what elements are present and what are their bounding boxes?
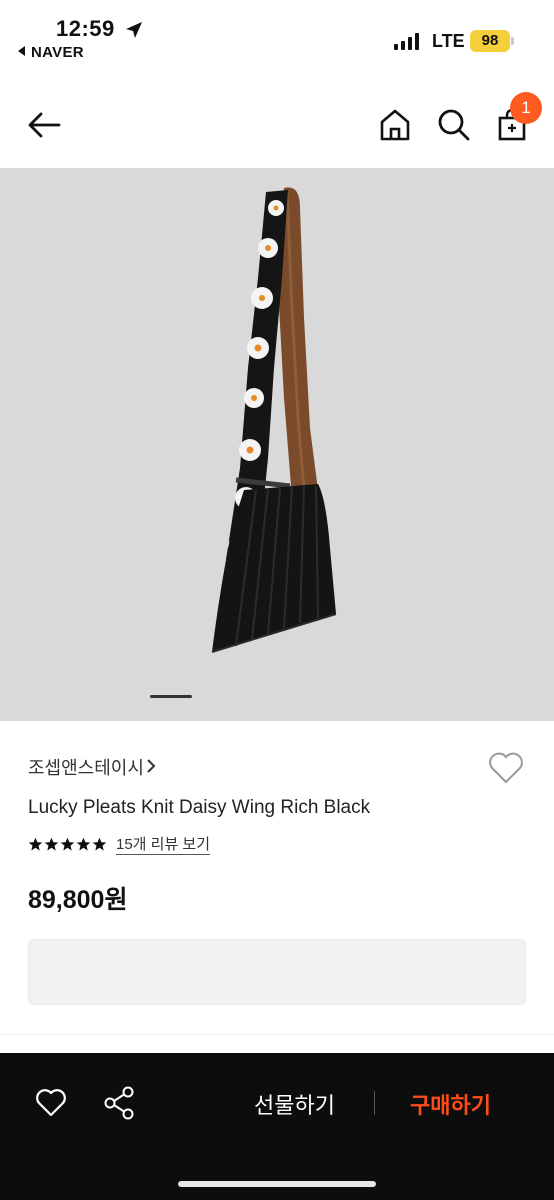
brand-link[interactable]: 조셉앤스테이시 — [28, 754, 144, 780]
back-arrow-icon[interactable] — [26, 107, 62, 143]
back-triangle-icon — [18, 46, 25, 56]
search-icon[interactable] — [436, 107, 472, 143]
chevron-right-icon — [147, 759, 156, 773]
home-indicator[interactable] — [178, 1181, 376, 1187]
wishlist-heart-icon[interactable] — [486, 748, 526, 788]
star-icon — [60, 837, 75, 851]
back-to-app-link[interactable]: NAVER — [18, 44, 84, 61]
action-separator — [374, 1091, 375, 1115]
review-link[interactable]: 15개 리뷰 보기 — [116, 836, 211, 855]
signal-icon — [394, 32, 420, 50]
status-bar: 12:59 NAVER LTE 98 — [0, 0, 554, 70]
status-time: 12:59 — [56, 16, 115, 41]
gallery-page-indicator — [150, 695, 192, 698]
product-image — [211, 187, 337, 653]
heart-icon[interactable] — [34, 1086, 68, 1120]
star-icon — [44, 837, 59, 851]
star-icon — [76, 837, 91, 851]
battery-indicator: 98 — [470, 30, 510, 52]
cart-count-badge: 1 — [510, 92, 542, 124]
star-icon — [28, 837, 43, 851]
product-title: Lucky Pleats Knit Daisy Wing Rich Black — [28, 797, 371, 818]
product-image-gallery[interactable] — [0, 168, 554, 721]
gift-button[interactable]: 선물하기 — [254, 1088, 335, 1120]
star-icon — [92, 837, 107, 851]
bottom-action-bar: 선물하기 구매하기 — [0, 1053, 554, 1200]
top-nav — [0, 80, 554, 168]
buy-button[interactable]: 구매하기 — [410, 1088, 491, 1120]
battery-tip — [511, 37, 514, 45]
section-divider — [0, 1034, 554, 1035]
rating-stars — [28, 837, 107, 855]
network-type: LTE — [432, 31, 465, 51]
home-icon[interactable] — [377, 107, 413, 143]
back-app-label: NAVER — [31, 44, 84, 61]
share-icon[interactable] — [102, 1085, 136, 1121]
product-page: 12:59 NAVER LTE 98 1 조셉앤스테이시 Lucky Pleat… — [0, 0, 554, 1200]
product-price: 89,800원 — [28, 886, 128, 914]
option-selector-placeholder[interactable] — [28, 939, 526, 1005]
location-arrow-icon — [126, 22, 142, 38]
